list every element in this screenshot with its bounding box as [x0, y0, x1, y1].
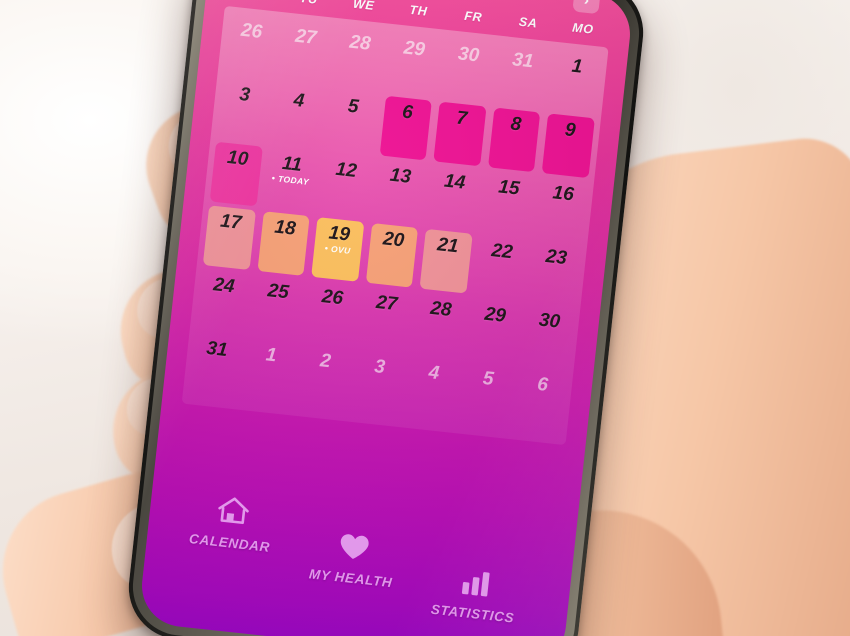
day-number: 1 [570, 55, 584, 78]
day-number: 15 [497, 176, 521, 200]
day-number: 31 [511, 49, 535, 73]
weekday-label-sa-5: SA [518, 14, 539, 31]
calendar-day-cell[interactable]: 17 [199, 203, 260, 273]
day-number: 2 [319, 350, 332, 373]
day-number: 5 [346, 95, 360, 118]
calendar-day-cell[interactable]: 7 [429, 99, 490, 169]
calendar-day-cell[interactable]: 15 [477, 169, 538, 239]
calendar-day-cell[interactable]: 5 [321, 87, 382, 157]
calendar-day-cell[interactable]: 13 [368, 157, 429, 227]
nav-label-statistics: STATISTICS [430, 601, 516, 626]
calendar-day-cell[interactable]: 30 [436, 36, 497, 106]
phone-screen: MONTH › MOTUWETHFRSAMO 26272829303113456… [137, 0, 635, 636]
weekday-label-tu-1: TU [281, 0, 337, 9]
calendar-day-cell[interactable]: 31 [491, 41, 552, 111]
day-number: 14 [443, 170, 467, 194]
calendar-day-cell[interactable]: 28 [328, 24, 389, 94]
day-number: 16 [551, 182, 575, 206]
calendar-day-cell[interactable]: 29 [382, 30, 443, 100]
day-number: 29 [402, 37, 426, 61]
calendar-day-cell[interactable]: 24 [192, 267, 253, 337]
calendar-day-cell[interactable]: 26 [300, 278, 361, 348]
day-number: 13 [388, 164, 413, 188]
calendar-day-cell[interactable]: 20 [361, 221, 422, 291]
day-number: 30 [537, 309, 562, 333]
weekday-label-th-3: TH [408, 2, 429, 19]
calendar-day-cell[interactable]: 11 • TODAY [260, 145, 321, 215]
calendar-day-cell[interactable]: 29 [463, 296, 524, 366]
nav-item-calendar[interactable]: CALENDAR [188, 491, 275, 555]
bottom-navigation-bar: CALENDAR MY HEALTH STATISTICS [140, 481, 576, 636]
calendar-day-cell[interactable]: 2 [293, 342, 354, 412]
calendar-day-cell[interactable]: 28 [409, 290, 470, 360]
bar-chart-icon [458, 567, 493, 603]
day-number: 3 [373, 356, 387, 379]
calendar-day-cell[interactable]: 18 [253, 209, 314, 279]
calendar-day-cell[interactable]: 22 [470, 232, 531, 302]
weekday-label-we-2: WE [352, 0, 376, 13]
calendar-day-cell[interactable]: 1 [239, 336, 300, 406]
day-number: 26 [320, 286, 345, 310]
day-number: 1 [264, 344, 278, 367]
day-number: 27 [294, 25, 318, 49]
calendar-day-cell[interactable]: 31 [185, 330, 246, 400]
calendar-day-cell[interactable]: 3 [212, 76, 273, 146]
marker-label: TODAY [277, 173, 310, 187]
weekday-label-mo-0: MO [226, 0, 282, 3]
nav-label-my-health: MY HEALTH [308, 566, 394, 591]
day-number: 22 [490, 240, 514, 264]
home-icon [214, 494, 252, 532]
day-number: 6 [536, 373, 549, 396]
day-number: 3 [238, 83, 252, 106]
calendar-day-cell[interactable]: 30 [517, 302, 578, 372]
calendar-day-cell[interactable]: 23 [524, 238, 585, 308]
heart-icon [336, 531, 371, 567]
calendar-day-cell[interactable]: 26 [219, 12, 280, 82]
calendar-day-cell[interactable]: 6 [375, 93, 436, 163]
nav-label-calendar: CALENDAR [188, 531, 271, 555]
day-number: 27 [375, 291, 399, 316]
calendar-day-cell[interactable]: 1 [545, 47, 606, 117]
calendar-day-cell[interactable]: 3 [348, 348, 409, 418]
calendar-day-cell[interactable]: 6 [510, 365, 571, 435]
calendar-day-grid[interactable]: 26 27 28 29 30 31 1 3 4 5 6 7 8 9 10 11 • TODAY 12 13 14 15 1… [185, 12, 606, 435]
calendar-day-cell[interactable]: 12 [314, 151, 375, 221]
smartphone: MONTH › MOTUWETHFRSAMO 26272829303113456… [123, 0, 649, 636]
calendar-day-cell[interactable]: 8 [484, 105, 545, 175]
day-number: 24 [212, 274, 236, 298]
day-number: 23 [544, 246, 569, 270]
calendar-day-cell[interactable]: 9 [538, 111, 599, 181]
day-number: 26 [239, 19, 264, 43]
calendar-day-cell[interactable]: 27 [354, 284, 415, 354]
day-number: 28 [429, 297, 453, 322]
calendar-day-cell[interactable]: 5 [456, 360, 517, 430]
day-number: 12 [334, 158, 358, 182]
calendar-day-cell[interactable]: 25 [246, 272, 307, 342]
nav-item-statistics[interactable]: STATISTICS [430, 564, 519, 626]
day-number: 28 [348, 31, 372, 55]
day-number: 30 [456, 43, 481, 67]
nav-item-my-health[interactable]: MY HEALTH [308, 529, 397, 591]
day-number: 4 [427, 362, 441, 385]
day-number: 25 [266, 280, 290, 304]
calendar-day-cell[interactable]: 14 [423, 163, 484, 233]
marker-label: OVU [330, 243, 352, 256]
chevron-right-icon: › [583, 0, 590, 9]
weekday-label-mo-6: MO [571, 20, 595, 37]
calendar-day-cell[interactable]: 19 • OVU [307, 215, 368, 285]
calendar-day-cell[interactable]: 4 [267, 82, 328, 152]
day-number: 5 [481, 367, 495, 390]
day-number: 31 [205, 337, 229, 362]
calendar-day-cell[interactable]: 16 [531, 175, 592, 245]
day-number: 4 [292, 89, 306, 112]
calendar-day-cell[interactable]: 27 [274, 18, 335, 88]
calendar-day-cell[interactable]: 21 [416, 226, 477, 296]
calendar-day-cell[interactable]: 4 [402, 354, 463, 424]
weekday-label-fr-4: FR [463, 8, 483, 25]
calendar-day-cell[interactable]: 10 [206, 139, 267, 209]
day-number: 29 [483, 303, 507, 327]
